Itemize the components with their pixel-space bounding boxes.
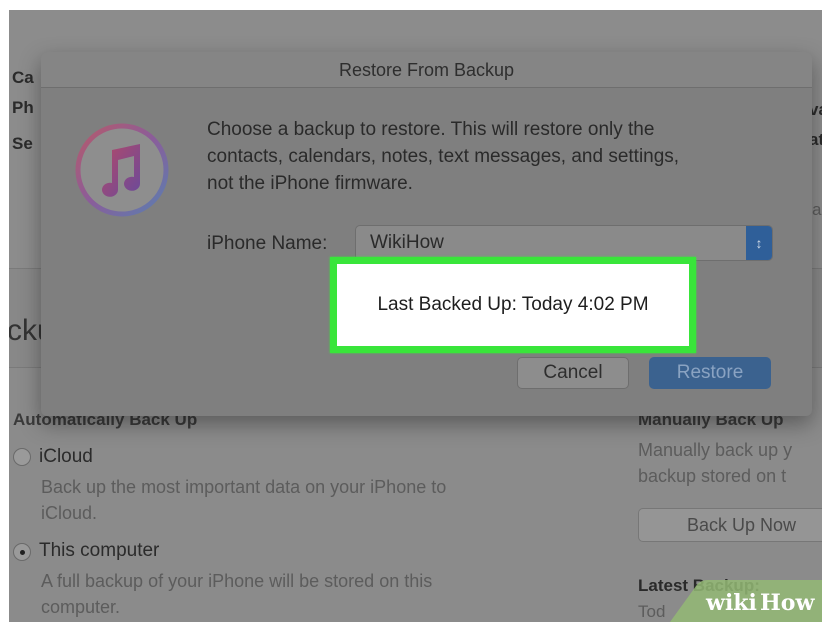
computer-description: A full backup of your iPhone will be sto…: [41, 571, 433, 591]
computer-description: computer.: [41, 597, 121, 617]
last-backed-up-text: Last Backed Up: Today 4:02 PM: [377, 294, 649, 315]
manual-description: Manually back up y: [638, 440, 793, 460]
last-backed-up-highlight: Last Backed Up: Today 4:02 PM: [330, 257, 696, 353]
icloud-label[interactable]: iCloud: [39, 446, 93, 468]
wikihow-watermark-icon: wiki How: [670, 580, 822, 622]
restore-button[interactable]: Restore: [649, 357, 771, 389]
right-field-fragment: a: [812, 200, 822, 219]
icloud-description: Back up the most important data on your …: [41, 477, 447, 497]
manual-description: backup stored on t: [638, 466, 787, 486]
phone-label: Ph: [12, 98, 34, 117]
this-computer-radio-icon[interactable]: [13, 543, 31, 561]
dialog-message-line: contacts, calendars, notes, text message…: [207, 146, 680, 167]
iphone-name-select[interactable]: WikiHow ↕: [355, 225, 773, 261]
dialog-message-line: Choose a backup to restore. This will re…: [207, 119, 655, 140]
capacity-label: Ca: [12, 68, 34, 87]
select-stepper-icon[interactable]: ↕: [746, 226, 772, 260]
back-up-now-button[interactable]: Back Up Now: [638, 508, 822, 542]
itunes-logo-icon: [75, 123, 169, 217]
iphone-name-value: WikiHow: [370, 232, 444, 253]
dialog-message: Choose a backup to restore. This will re…: [207, 116, 777, 197]
this-computer-label[interactable]: This computer: [39, 540, 159, 562]
watermark-wiki-text: wiki: [705, 590, 757, 616]
dialog-message-line: not the iPhone firmware.: [207, 173, 413, 194]
iphone-name-label: iPhone Name:: [207, 233, 328, 254]
dialog-title: Restore From Backup: [338, 60, 515, 80]
cancel-button[interactable]: Cancel: [517, 357, 629, 389]
dialog-titlebar: Restore From Backup: [41, 52, 812, 88]
serial-label: Se: [12, 134, 33, 153]
restore-from-backup-dialog: Restore From Backup Choose a backup to r…: [41, 52, 812, 416]
icloud-radio-icon[interactable]: [13, 448, 31, 466]
icloud-description: iCloud.: [41, 503, 98, 523]
latest-backup-value: Tod: [638, 602, 666, 621]
watermark-how-text: How: [760, 590, 815, 616]
